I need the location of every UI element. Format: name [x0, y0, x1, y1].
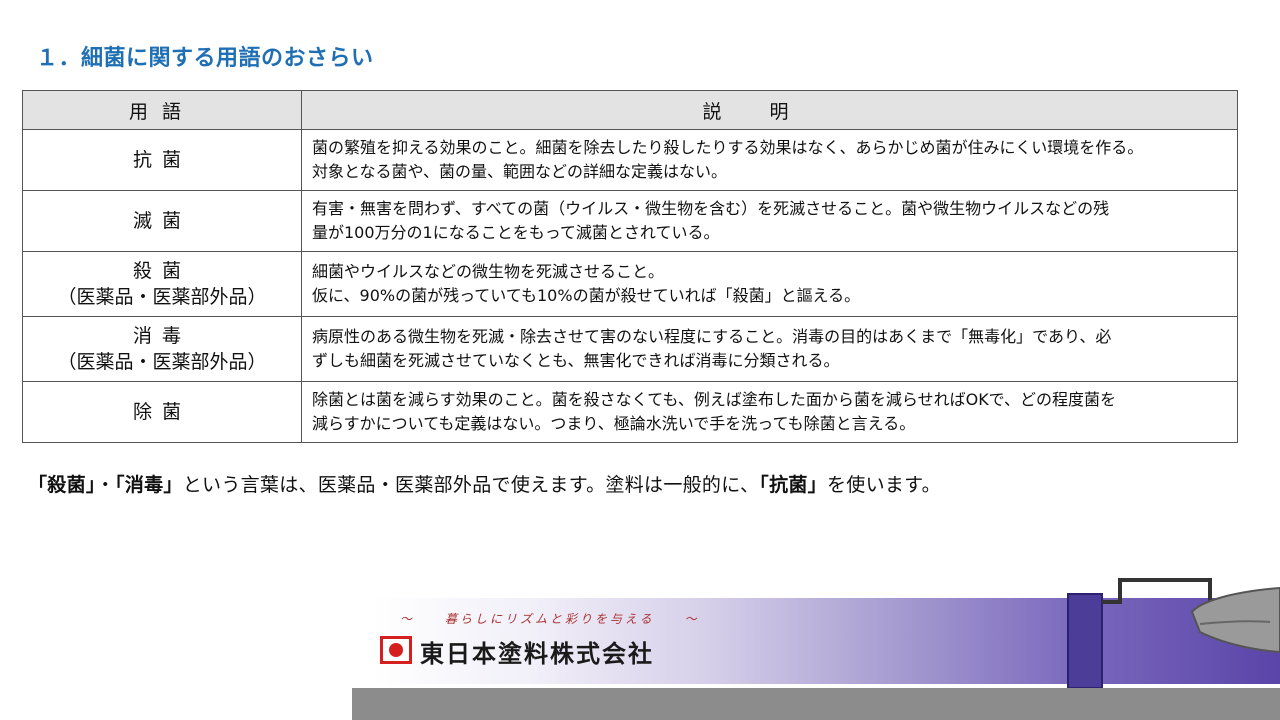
term-sublabel: （医薬品・医薬部外品）: [57, 351, 267, 373]
description-cell: 菌の繁殖を抑える効果のこと。細菌を除去したり殺したりする効果はなく、あらかじめ菌…: [301, 129, 1238, 191]
footer-bar: [352, 688, 1280, 720]
paint-roller-icon: [1067, 578, 1280, 688]
description-cell: 細菌やウイルスなどの微生物を死滅させること。 仮に、90%の菌が残っていても10…: [301, 251, 1238, 317]
header-description: 説明: [301, 90, 1238, 130]
term-label: 除菌: [132, 401, 191, 423]
term-sublabel: （医薬品・医薬部外品）: [57, 286, 267, 308]
description-cell: 病原性のある微生物を死滅・除去させて害のない程度にすること。消毒の目的はあくまで…: [301, 316, 1238, 382]
header-term: 用語: [22, 90, 302, 130]
term-label: 滅菌: [132, 210, 191, 232]
description-cell: 除菌とは菌を減らす効果のこと。菌を殺さなくても、例えば塗布した面から菌を減らせれ…: [301, 381, 1238, 443]
company-name: 東日本塗料株式会社: [420, 640, 654, 668]
description-cell: 有害・無害を問わず、すべての菌（ウイルス・微生物を含む）を死滅させること。菌や微…: [301, 190, 1238, 252]
terms-table: 用語 説明 抗菌 菌の繁殖を抑える効果のこと。細菌を除去したり殺したりする効果は…: [22, 90, 1238, 443]
description-line: 菌の繁殖を抑える効果のこと。細菌を除去したり殺したりする効果はなく、あらかじめ菌…: [312, 138, 1144, 157]
term-cell: 滅菌: [22, 190, 302, 252]
term-cell: 殺菌 （医薬品・医薬部外品）: [22, 251, 302, 317]
table-row: 除菌 除菌とは菌を減らす効果のこと。菌を殺さなくても、例えば塗布した面から菌を減…: [22, 381, 1238, 443]
term-cell: 消毒 （医薬品・医薬部外品）: [22, 316, 302, 382]
table-row: 抗菌 菌の繁殖を抑える効果のこと。細菌を除去したり殺したりする効果はなく、あらか…: [22, 129, 1238, 191]
note-bold-sakkin: 「殺菌」: [28, 474, 96, 496]
term-label: 殺菌: [132, 260, 191, 282]
company-logo-icon: [380, 636, 412, 664]
table-header-row: 用語 説明: [22, 90, 1238, 130]
description-line: 仮に、90%の菌が残っていても10%の菌が殺せていれば「殺菌」と謳える。: [312, 286, 861, 305]
company-slogan: ～ 暮らしにリズムと彩りを与える ～: [400, 612, 700, 626]
note-bold-kokin: 「抗菌」: [759, 474, 827, 496]
description-line: 対象となる菌や、菌の量、範囲などの詳細な定義はない。: [312, 162, 728, 181]
description-line: 病原性のある微生物を死滅・除去させて害のない程度にすること。消毒の目的はあくまで…: [312, 327, 1112, 346]
term-cell: 抗菌: [22, 129, 302, 191]
note-bold-shodoku: 「消毒」: [115, 474, 183, 496]
term-label: 消毒: [132, 325, 191, 347]
description-line: 除菌とは菌を減らす効果のこと。菌を殺さなくても、例えば塗布した面から菌を減らせれ…: [312, 390, 1117, 409]
term-cell: 除菌: [22, 381, 302, 443]
table-row: 殺菌 （医薬品・医薬部外品） 細菌やウイルスなどの微生物を死滅させること。 仮に…: [22, 251, 1238, 317]
term-label: 抗菌: [132, 149, 191, 171]
description-line: 有害・無害を問わず、すべての菌（ウイルス・微生物を含む）を死滅させること。菌や微…: [312, 199, 1110, 218]
note-text-end: を使います。: [826, 474, 941, 496]
note-text: という言葉は、医薬品・医薬部外品で使えます。塗料は一般的に、: [182, 474, 760, 496]
description-line: 細菌やウイルスなどの微生物を死滅させること。: [312, 262, 665, 281]
description-line: 減らすかについても定義はない。つまり、極論水洗いで手を洗っても除菌と言える。: [312, 414, 916, 433]
summary-note: 「殺菌」・「消毒」という言葉は、医薬品・医薬部外品で使えます。塗料は一般的に、「…: [28, 470, 941, 497]
description-line: ずしも細菌を死滅させていなくとも、無害化できれば消毒に分類される。: [312, 351, 840, 370]
page-title: １．細菌に関する用語のおさらい: [36, 46, 374, 71]
table-row: 消毒 （医薬品・医薬部外品） 病原性のある微生物を死滅・除去させて害のない程度に…: [22, 316, 1238, 382]
note-separator: ・: [95, 474, 116, 496]
description-line: 量が100万分の1になることをもって滅菌とされている。: [312, 223, 720, 242]
table-row: 滅菌 有害・無害を問わず、すべての菌（ウイルス・微生物を含む）を死滅させること。…: [22, 190, 1238, 252]
